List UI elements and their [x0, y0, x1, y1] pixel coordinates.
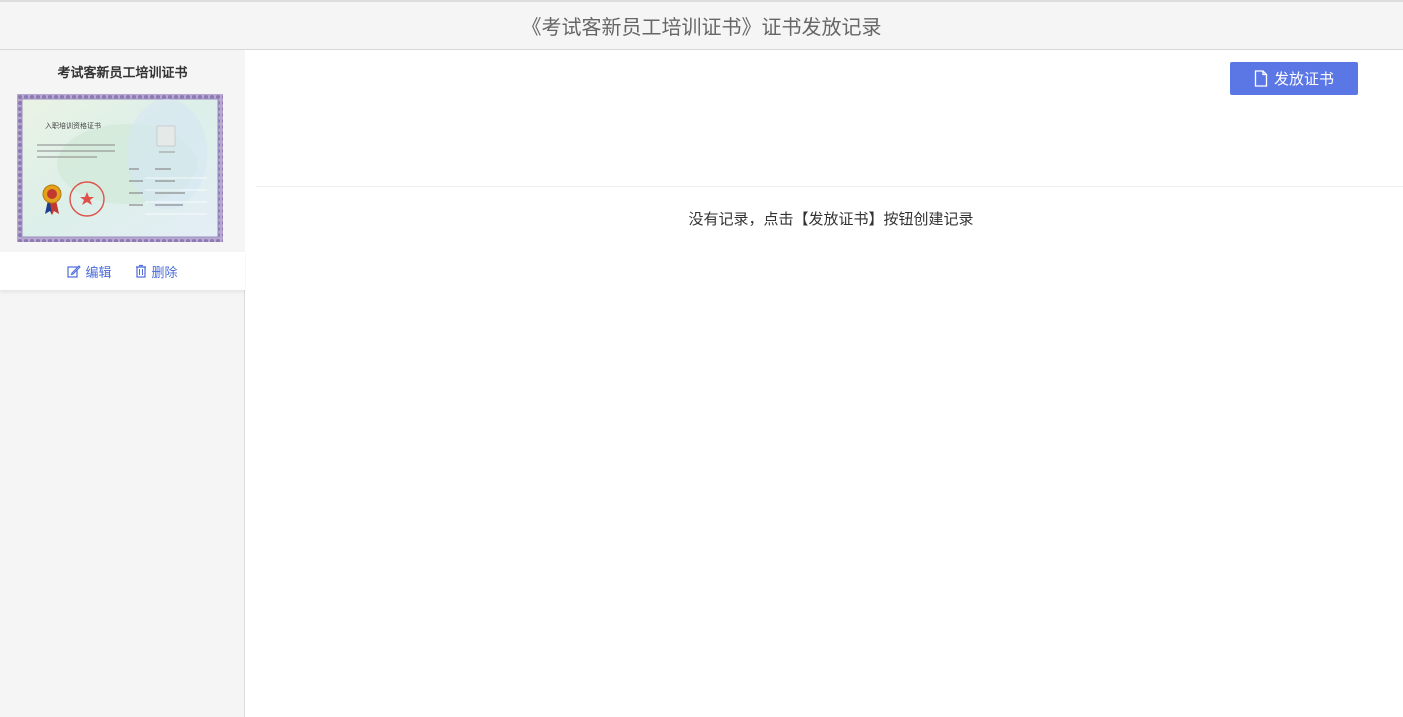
empty-state-message: 没有记录，点击【发放证书】按钮创建记录 — [688, 210, 974, 228]
certificate-card: 考试客新员工培训证书 入职培训资格证书 编辑 删除 — [0, 50, 245, 290]
edit-icon — [67, 265, 82, 278]
certificate-name: 考试客新员工培训证书 — [57, 66, 188, 81]
sidebar: 考试客新员工培训证书 入职培训资格证书 编辑 删除 — [0, 50, 245, 717]
certificate-thumbnail[interactable]: 入职培训资格证书 — [17, 94, 223, 242]
divider — [256, 186, 1403, 187]
page-title: 《考试客新员工培训证书》证书发放记录 — [521, 15, 882, 39]
issue-certificate-button[interactable]: 发放证书 — [1230, 62, 1358, 95]
certificate-actions: 编辑 删除 — [0, 252, 245, 290]
page-header: 《考试客新员工培训证书》证书发放记录 — [0, 0, 1403, 50]
main-content: 发放证书 没有记录，点击【发放证书】按钮创建记录 — [246, 50, 1403, 717]
file-icon — [1254, 70, 1268, 87]
issue-certificate-label: 发放证书 — [1273, 70, 1334, 88]
delete-link[interactable]: 删除 — [134, 262, 178, 281]
certificate-thumbnail-heading: 入职培训资格证书 — [45, 121, 101, 130]
edit-label: 编辑 — [85, 265, 112, 281]
edit-link[interactable]: 编辑 — [67, 262, 112, 281]
trash-icon — [135, 264, 146, 278]
delete-label: 删除 — [151, 265, 178, 281]
